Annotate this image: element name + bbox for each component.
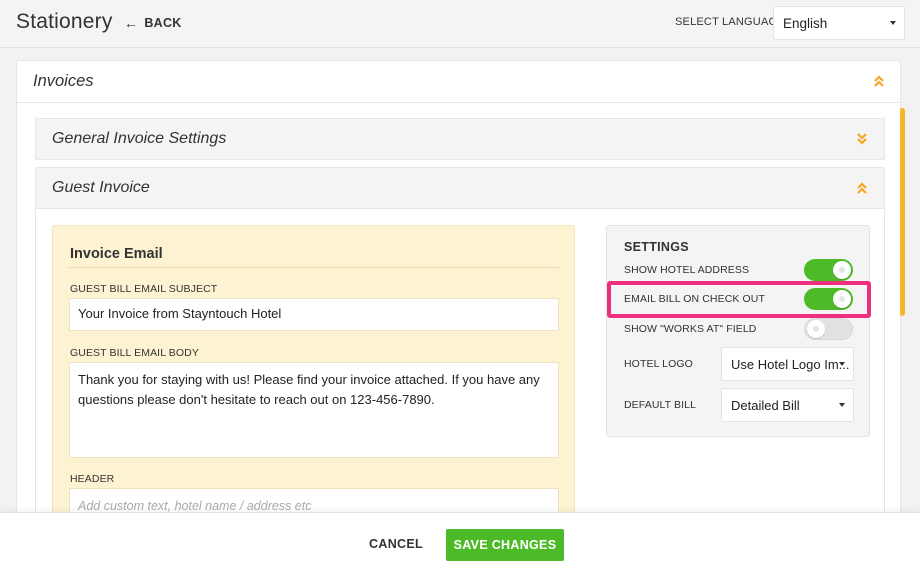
chevron-double-up-icon[interactable] [873, 74, 885, 88]
language-value: English [783, 16, 828, 31]
subject-value: Your Invoice from Stayntouch Hotel [78, 306, 282, 321]
guest-invoice-body: Invoice Email GUEST BILL EMAIL SUBJECT Y… [35, 209, 885, 529]
invoices-title: Invoices [33, 72, 94, 90]
toggle-knob [807, 320, 825, 338]
top-bar: Stationery ← BACK SELECT LANGUAGE Englis… [0, 0, 920, 48]
subject-label: GUEST BILL EMAIL SUBJECT [70, 283, 218, 295]
subject-input[interactable]: Your Invoice from Stayntouch Hotel [69, 298, 559, 331]
settings-card: SETTINGS SHOW HOTEL ADDRESS EMAIL BILL O… [606, 225, 871, 437]
toggle-knob [833, 290, 851, 308]
chevron-double-up-icon[interactable] [856, 181, 868, 195]
guest-invoice-title: Guest Invoice [52, 179, 150, 196]
email-bill-label: EMAIL BILL ON CHECK OUT [624, 293, 765, 305]
cancel-button[interactable]: CANCEL [360, 530, 432, 558]
scrollbar[interactable] [900, 108, 905, 316]
hotel-logo-select[interactable]: Use Hotel Logo Im... [721, 347, 854, 381]
invoice-email-title: Invoice Email [70, 246, 163, 262]
guest-invoice-header[interactable]: Guest Invoice [35, 167, 885, 209]
footer-bar: CANCEL SAVE CHANGES [0, 512, 920, 575]
toggle-knob [833, 261, 851, 279]
general-settings-title: General Invoice Settings [52, 130, 227, 147]
save-changes-button[interactable]: SAVE CHANGES [446, 529, 564, 561]
body-value: Thank you for staying with us! Please fi… [78, 372, 540, 407]
arrow-left-icon: ← [124, 15, 139, 31]
hotel-logo-label: HOTEL LOGO [624, 358, 693, 370]
default-bill-label: DEFAULT BILL [624, 399, 697, 411]
back-label: BACK [144, 16, 182, 30]
works-at-label: SHOW "WORKS AT" FIELD [624, 323, 757, 335]
page-title: Stationery [16, 10, 113, 33]
language-select[interactable]: English [773, 6, 905, 40]
caret-down-icon [839, 362, 845, 366]
header-placeholder: Add custom text, hotel name / address et… [78, 499, 312, 513]
general-invoice-settings-panel[interactable]: General Invoice Settings [35, 118, 885, 160]
chevron-double-down-icon[interactable] [856, 132, 868, 146]
caret-down-icon [839, 403, 845, 407]
default-bill-value: Detailed Bill [731, 398, 800, 413]
divider [69, 267, 559, 268]
show-hotel-address-label: SHOW HOTEL ADDRESS [624, 264, 750, 276]
body-textarea[interactable]: Thank you for staying with us! Please fi… [69, 362, 559, 458]
invoice-email-card: Invoice Email GUEST BILL EMAIL SUBJECT Y… [52, 225, 575, 529]
email-bill-toggle[interactable] [804, 288, 853, 310]
body-label: GUEST BILL EMAIL BODY [70, 347, 199, 359]
works-at-toggle[interactable] [804, 318, 853, 340]
show-hotel-address-toggle[interactable] [804, 259, 853, 281]
default-bill-select[interactable]: Detailed Bill [721, 388, 854, 422]
hotel-logo-value: Use Hotel Logo Im... [731, 357, 850, 372]
invoices-panel: Invoices General Invoice Settings Guest … [16, 60, 901, 530]
settings-title: SETTINGS [624, 240, 689, 254]
header-label: HEADER [70, 473, 115, 485]
language-label: SELECT LANGUAGE [675, 16, 785, 28]
back-button[interactable]: ← BACK [124, 16, 182, 30]
invoices-panel-header[interactable]: Invoices [17, 61, 900, 103]
caret-down-icon [890, 21, 896, 25]
